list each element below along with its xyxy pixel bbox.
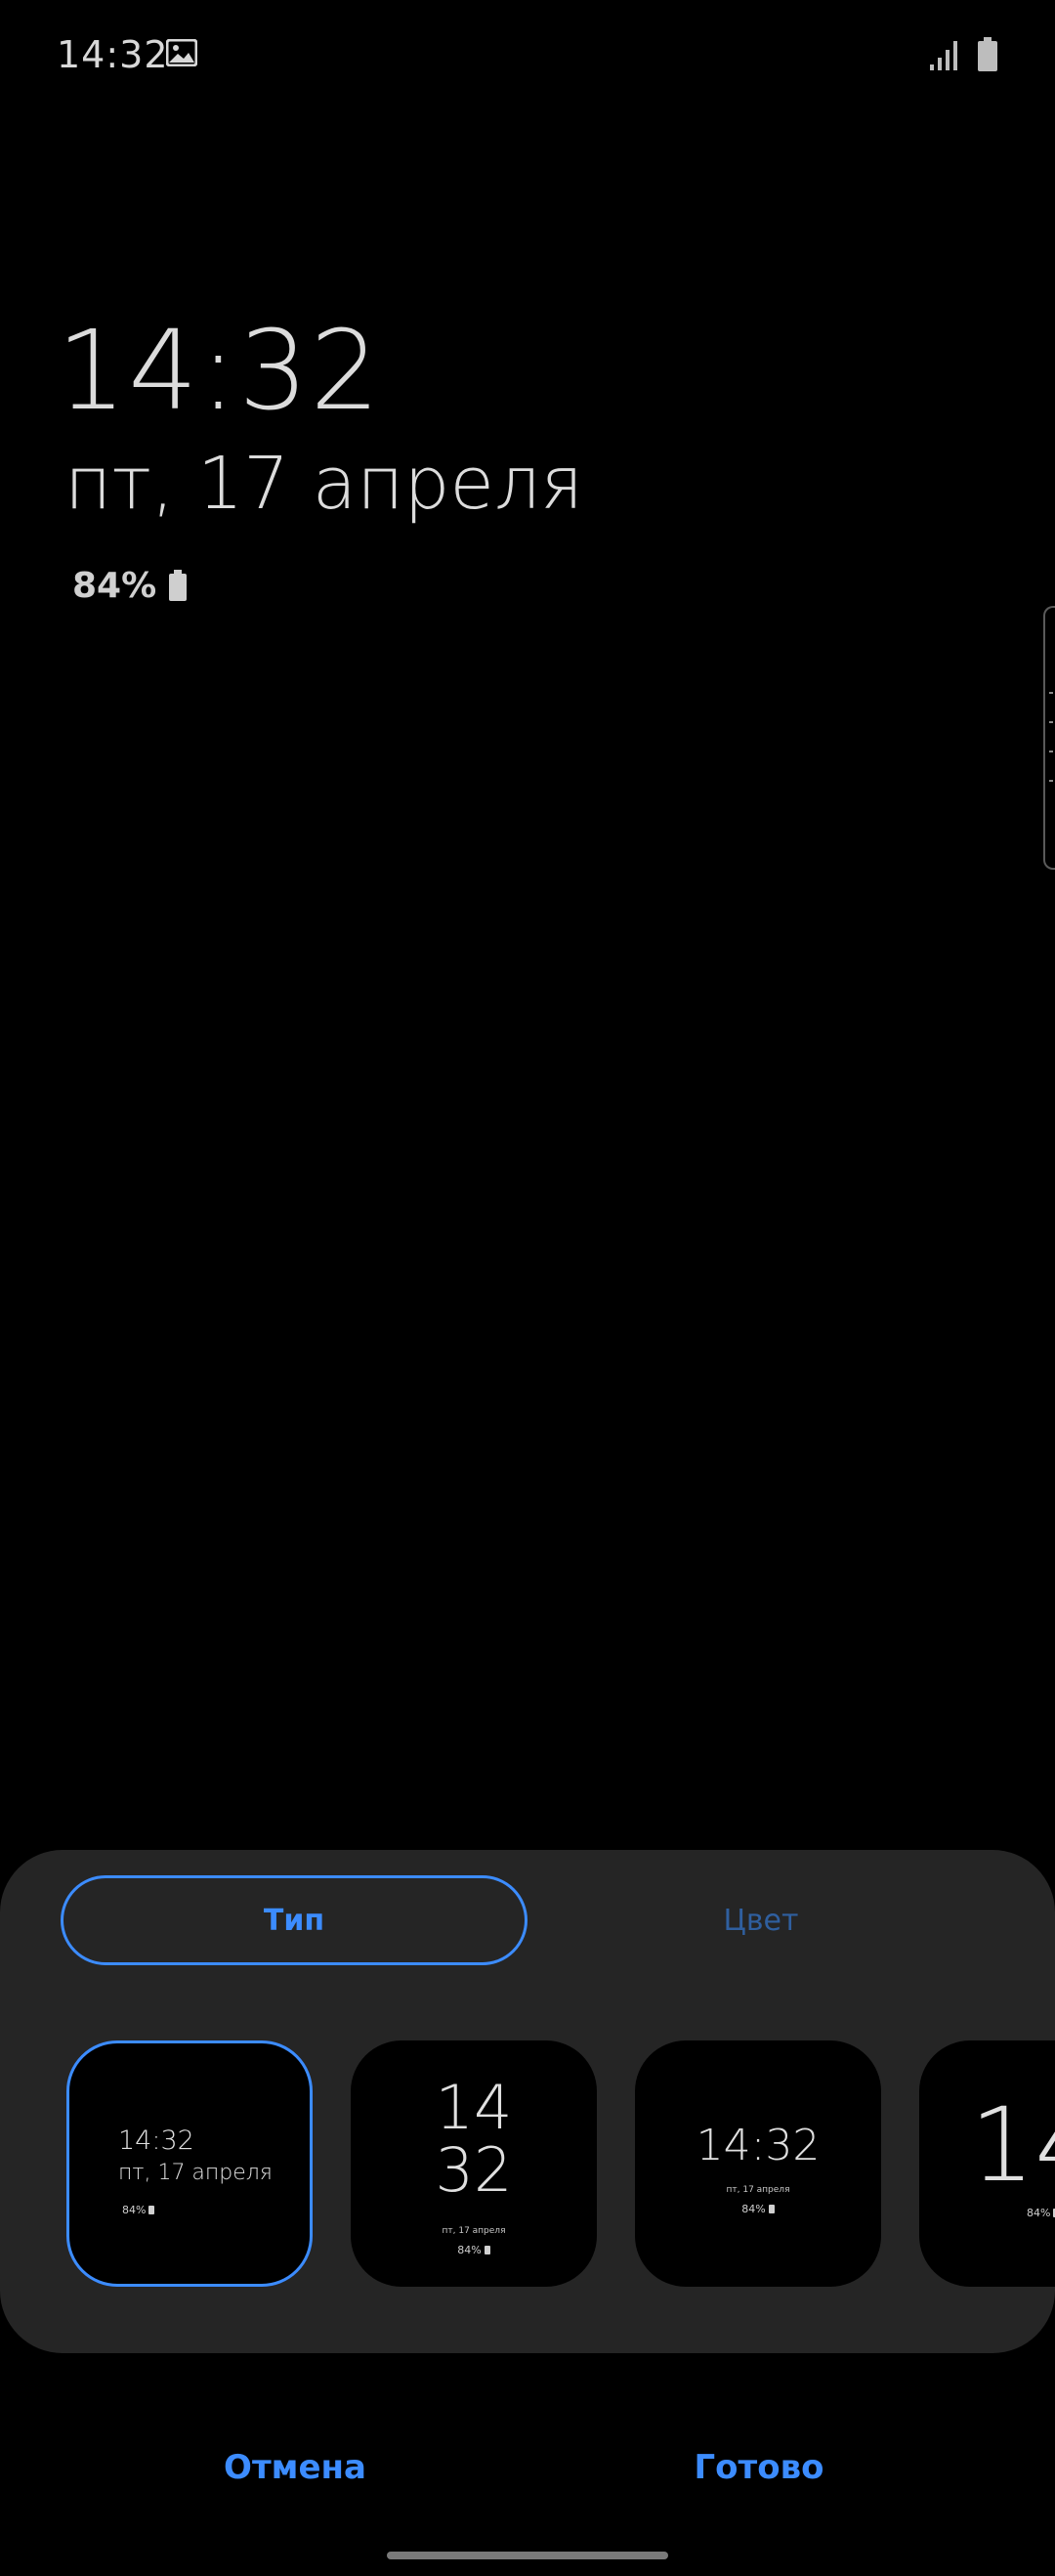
card-battery-text: 84%	[457, 2244, 482, 2256]
card-battery-text: 84%	[741, 2203, 766, 2215]
card-time: 14:32	[696, 2121, 821, 2170]
edge-handle-mark	[1049, 692, 1053, 694]
edge-panel-handle[interactable]	[1043, 606, 1055, 870]
clock-date: пт, 17 апреля	[64, 442, 584, 526]
card-minute: 32	[435, 2134, 513, 2206]
card-hour: 14	[435, 2072, 513, 2143]
card-time: 14:32	[118, 2125, 194, 2156]
card-date: пт, 17 апреля	[442, 2226, 506, 2236]
battery-icon	[169, 570, 188, 601]
tab-type[interactable]: Тип	[61, 1875, 528, 1965]
clock-style-card-3[interactable]: 14:32 пт, 17 апреля 84%	[635, 2040, 881, 2287]
card-date: пт, 17 апреля	[118, 2161, 273, 2185]
gallery-icon	[166, 39, 197, 66]
battery-icon	[978, 37, 997, 71]
battery-icon	[148, 2206, 155, 2214]
edge-handle-mark	[1049, 721, 1053, 723]
edge-handle-mark	[1049, 780, 1053, 782]
battery-percent: 84%	[72, 565, 157, 606]
card-battery: 84%	[1027, 2207, 1055, 2219]
card-battery: 84%	[122, 2204, 155, 2216]
card-battery-text: 84%	[1027, 2207, 1051, 2219]
card-battery: 84%	[351, 2244, 597, 2256]
battery-icon	[484, 2246, 490, 2254]
done-button[interactable]: Готово	[564, 2433, 954, 2502]
clock-style-card-1[interactable]: 14:32 пт, 17 апреля 84%	[66, 2040, 313, 2287]
status-bar-time: 14:32	[57, 33, 169, 76]
card-battery: 84%	[635, 2203, 881, 2215]
battery-icon	[768, 2205, 775, 2213]
status-bar: 14:32	[0, 0, 1055, 112]
cancel-button[interactable]: Отмена	[100, 2433, 490, 2502]
clock-style-card-2[interactable]: 14 32 пт, 17 апреля 84%	[351, 2040, 597, 2287]
card-battery-text: 84%	[122, 2204, 147, 2216]
home-indicator[interactable]	[387, 2552, 668, 2559]
tab-color[interactable]: Цвет	[528, 1875, 994, 1965]
clock-style-card-4[interactable]: 14 84%	[919, 2040, 1055, 2287]
card-date: пт, 17 апреля	[726, 2185, 790, 2195]
signal-icon	[930, 41, 957, 70]
card-time: 14	[970, 2085, 1055, 2205]
edge-handle-mark	[1049, 751, 1053, 752]
clock-time: 14:32	[57, 308, 382, 435]
clock-style-sheet: Тип Цвет 14:32 пт, 17 апреля 84% 14 32 п…	[0, 1850, 1055, 2353]
clock-battery: 84%	[72, 561, 188, 610]
